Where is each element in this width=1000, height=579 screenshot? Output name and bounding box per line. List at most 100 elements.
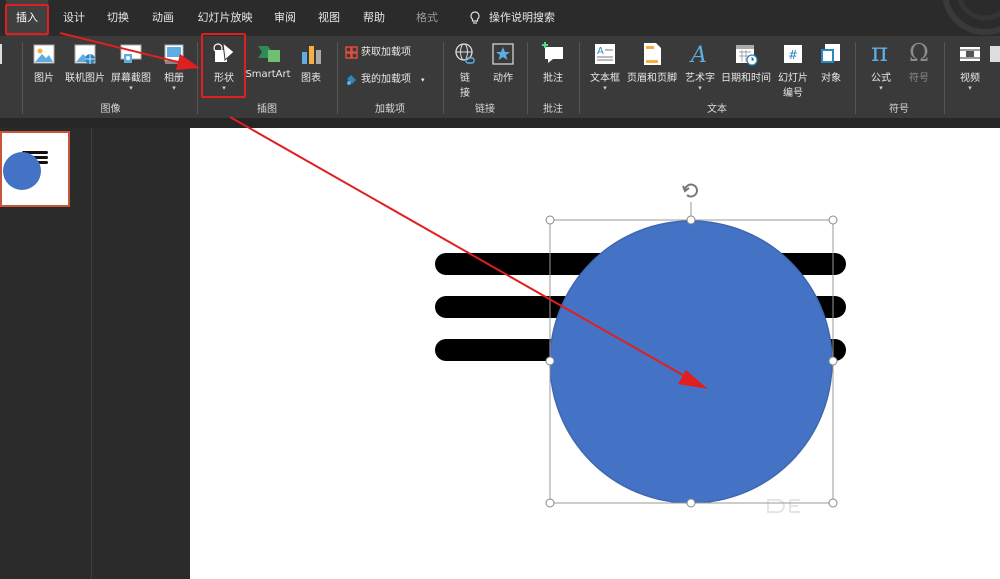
links-group-label: 链接: [475, 104, 495, 115]
bar-chart-icon: [302, 46, 321, 64]
get-addins-button[interactable]: 获取加载项: [345, 44, 411, 62]
resize-handle-se[interactable]: [828, 498, 838, 508]
smartart-icon: [258, 46, 280, 62]
slide-number-label-bottom: 编号: [783, 88, 803, 99]
tab-review[interactable]: 审阅: [268, 0, 302, 36]
watermark-logo: [767, 499, 800, 513]
ribbon-tab-bar: 插入 设计 切换 动画 幻灯片放映 审阅 视图 帮助 格式 操作说明搜索: [0, 0, 1000, 36]
calendar-icon: [736, 45, 758, 66]
tell-me-search[interactable]: 操作说明搜索: [462, 0, 562, 36]
editor-gray-margin: [92, 128, 190, 579]
online-picture-label: 联机图片: [65, 73, 105, 84]
group-separator: [527, 42, 528, 114]
pi-icon: π: [871, 38, 888, 66]
textbox-label: 文本框: [590, 73, 620, 84]
thumbnail-preview: [3, 151, 48, 190]
action-label: 动作: [493, 73, 513, 84]
new-slide-partial-button[interactable]: [0, 42, 4, 66]
film-strip-icon: [960, 47, 980, 61]
tab-slideshow[interactable]: 幻灯片放映: [192, 0, 258, 36]
tab-animations[interactable]: 动画: [145, 0, 181, 36]
symbol-label: 符号: [909, 73, 929, 84]
picture-icon: [33, 44, 55, 64]
video-button[interactable]: 视频 ▾: [952, 42, 988, 92]
wordart-icon: A: [689, 43, 707, 66]
highlight-insert-tab: [5, 4, 49, 35]
group-separator: [22, 42, 23, 114]
album-label: 相册: [164, 73, 184, 84]
link-label-top: 链: [460, 73, 470, 84]
symbols-group-label: 符号: [889, 104, 909, 115]
symbol-button[interactable]: Ω 符号: [902, 38, 936, 84]
my-addins-button[interactable]: 我的加载项 ▾: [345, 71, 425, 89]
screenshot-icon: [120, 44, 142, 63]
chevron-down-icon: ▾: [698, 84, 702, 92]
tab-help[interactable]: 帮助: [357, 0, 391, 36]
album-button[interactable]: 相册 ▾: [156, 42, 192, 92]
chevron-down-icon: ▾: [968, 84, 972, 92]
decorative-swirl-icon: [942, 0, 1000, 35]
tab-transitions[interactable]: 切换: [100, 0, 136, 36]
header-footer-button[interactable]: 页眉和页脚: [625, 42, 679, 84]
slide-canvas[interactable]: [190, 128, 1000, 579]
ribbon-bottom-strip: [0, 118, 1000, 128]
object-button[interactable]: 对象: [814, 42, 848, 84]
resize-handle-w[interactable]: [545, 356, 555, 366]
tell-me-label: 操作说明搜索: [489, 11, 555, 24]
addin-icon: [347, 74, 356, 85]
wordart-button[interactable]: A 艺术字 ▾: [682, 40, 718, 92]
smartart-button[interactable]: SmartArt: [245, 42, 291, 80]
blue-circle-shape[interactable]: [549, 220, 833, 504]
photo-album-icon: [164, 44, 184, 64]
svg-text:#: #: [788, 48, 798, 62]
resize-handle-e[interactable]: [828, 356, 838, 366]
smartart-label: SmartArt: [245, 69, 291, 80]
resize-handle-ne[interactable]: [828, 215, 838, 225]
equation-label: 公式: [871, 73, 891, 84]
svg-text:A: A: [689, 43, 707, 66]
screenshot-button[interactable]: 屏幕截图 ▾: [108, 42, 154, 92]
wordart-label: 艺术字: [685, 73, 715, 84]
link-button[interactable]: 链 接: [450, 42, 480, 99]
chevron-down-icon: ▾: [172, 84, 176, 92]
tab-format[interactable]: 格式: [410, 0, 444, 36]
get-addins-label: 获取加载项: [361, 47, 411, 58]
online-picture-button[interactable]: 联机图片: [62, 42, 108, 84]
datetime-button[interactable]: 日期和时间: [718, 42, 774, 84]
chevron-down-icon: ▾: [421, 76, 425, 84]
textbox-button[interactable]: A 文本框 ▾: [585, 42, 625, 92]
resize-handle-s[interactable]: [686, 498, 696, 508]
online-picture-icon: [74, 44, 96, 64]
resize-handle-nw[interactable]: [545, 215, 555, 225]
resize-handle-sw[interactable]: [545, 498, 555, 508]
comment-add-icon: [542, 42, 563, 63]
resize-handle-n[interactable]: [686, 215, 696, 225]
tab-design[interactable]: 设计: [56, 0, 92, 36]
store-icon: [345, 45, 358, 59]
slide-number-button[interactable]: # 幻灯片 编号: [774, 42, 812, 99]
audio-partial-button[interactable]: [990, 42, 1000, 66]
chevron-down-icon: ▾: [129, 84, 133, 92]
comment-label: 批注: [543, 73, 563, 84]
svg-text:Ω: Ω: [909, 39, 929, 66]
lightbulb-icon: [470, 11, 480, 24]
rotation-handle-icon[interactable]: [682, 183, 698, 220]
equation-button[interactable]: π 公式 ▾: [864, 38, 898, 92]
my-addins-label: 我的加载项: [361, 74, 411, 85]
video-label: 视频: [960, 73, 980, 84]
comment-button[interactable]: 批注: [536, 40, 570, 84]
globe-link-icon: [455, 43, 475, 64]
slide-number-icon: #: [784, 45, 802, 63]
screenshot-label: 屏幕截图: [111, 73, 151, 84]
picture-label: 图片: [34, 73, 54, 84]
header-footer-label: 页眉和页脚: [627, 73, 677, 84]
tab-view[interactable]: 视图: [312, 0, 346, 36]
slide-thumbnail[interactable]: [0, 131, 70, 207]
chevron-down-icon: ▾: [879, 84, 883, 92]
illustrations-group-label: 插图: [257, 104, 277, 115]
comments-group-label: 批注: [543, 104, 563, 115]
chart-button[interactable]: 图表: [294, 42, 328, 84]
picture-button[interactable]: 图片: [28, 42, 60, 84]
textbox-icon: A: [595, 44, 615, 64]
action-button[interactable]: 动作: [487, 42, 519, 84]
